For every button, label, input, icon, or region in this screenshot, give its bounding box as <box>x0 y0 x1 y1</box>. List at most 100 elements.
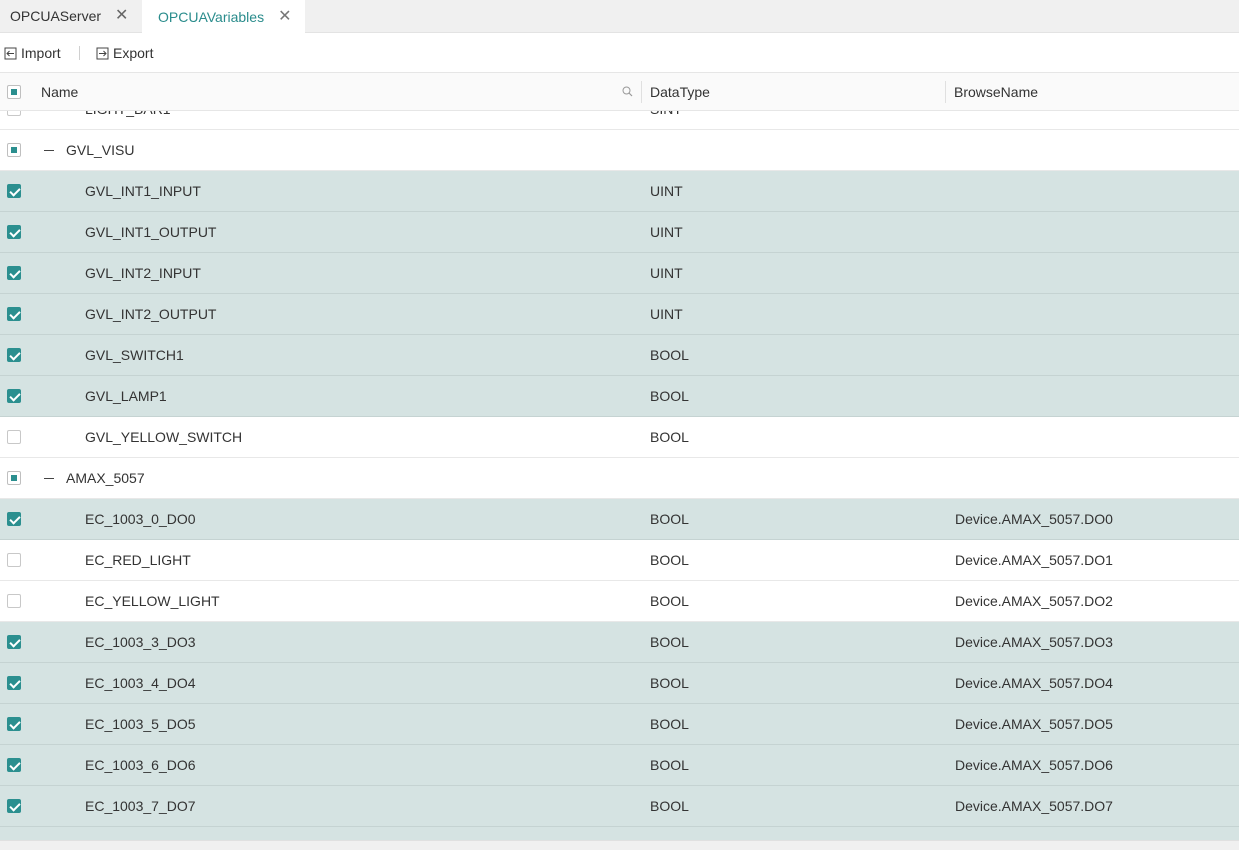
cell-datatype: BOOL <box>650 798 689 814</box>
tab-bar: OPCUAServer ✕ OPCUAVariables ✕ <box>0 0 1239 33</box>
cell-datatype: SINT <box>650 111 682 129</box>
table-row[interactable]: EC_YELLOW_LIGHT BOOL Device.AMAX_5057.DO2 <box>0 581 1239 622</box>
cell-datatype: UINT <box>650 306 683 322</box>
cell-datatype: UINT <box>650 183 683 199</box>
cell-name: EC_1003_6_DO6 <box>85 757 196 773</box>
cell-datatype: UINT <box>650 265 683 281</box>
tab-opcua-variables[interactable]: OPCUAVariables ✕ <box>142 0 305 33</box>
export-icon <box>96 47 109 59</box>
collapse-icon[interactable] <box>42 143 56 157</box>
grid-header: Name DataType BrowseName <box>0 72 1239 111</box>
cell-browsename: Device.AMAX_5057.DO3 <box>955 634 1113 650</box>
close-icon[interactable]: ✕ <box>278 8 291 25</box>
row-checkbox[interactable] <box>7 389 21 403</box>
table-row[interactable]: EC_1003_6_DO6 BOOL Device.AMAX_5057.DO6 <box>0 745 1239 786</box>
cell-datatype: BOOL <box>650 634 689 650</box>
row-checkbox[interactable] <box>7 553 21 567</box>
row-checkbox[interactable] <box>7 676 21 690</box>
import-label: Import <box>21 45 61 61</box>
cell-browsename: Device.AMAX_5057.DO0 <box>955 511 1113 527</box>
row-checkbox[interactable] <box>7 594 21 608</box>
close-icon[interactable]: ✕ <box>115 8 128 24</box>
cell-browsename: Device.AMAX_5057.DO6 <box>955 757 1113 773</box>
cell-datatype: BOOL <box>650 347 689 363</box>
column-resize-handle[interactable] <box>641 81 642 103</box>
cell-name: EC_1003_4_DO4 <box>85 675 196 691</box>
row-checkbox[interactable] <box>7 143 21 157</box>
table-row[interactable]: EC_1003_7_DO7 BOOL Device.AMAX_5057.DO7 <box>0 786 1239 827</box>
search-icon[interactable] <box>622 86 633 97</box>
cell-browsename: Device.AMAX_5057.DO4 <box>955 675 1113 691</box>
row-checkbox[interactable] <box>7 635 21 649</box>
table-row[interactable]: GVL_INT1_OUTPUT UINT <box>0 212 1239 253</box>
cell-browsename: Device.AMAX_5057.DO2 <box>955 593 1113 609</box>
row-checkbox[interactable] <box>7 512 21 526</box>
table-row[interactable]: EC_1003_0_DO0 BOOL Device.AMAX_5057.DO0 <box>0 499 1239 540</box>
table-row[interactable]: GVL_YELLOW_SWITCH BOOL <box>0 417 1239 458</box>
cell-name: EC_RED_LIGHT <box>85 552 191 568</box>
tab-opcua-server[interactable]: OPCUAServer ✕ <box>0 0 142 32</box>
cell-name: GVL_INT1_INPUT <box>85 183 201 199</box>
select-all-checkbox[interactable] <box>7 85 21 99</box>
cell-name: GVL_LAMP1 <box>85 388 167 404</box>
cell-datatype: BOOL <box>650 511 689 527</box>
table-row[interactable]: GVL_INT2_INPUT UINT <box>0 253 1239 294</box>
cell-name: GVL_INT2_OUTPUT <box>85 306 217 322</box>
column-header-browsename[interactable]: BrowseName <box>954 73 1038 110</box>
cell-name: EC_1003_0_DO0 <box>85 511 196 527</box>
group-name: GVL_VISU <box>66 142 135 158</box>
cell-datatype: BOOL <box>650 552 689 568</box>
cell-name: GVL_YELLOW_SWITCH <box>85 429 243 445</box>
table-row[interactable]: GVL_SWITCH1 BOOL <box>0 335 1239 376</box>
import-icon <box>4 47 17 59</box>
cell-datatype: BOOL <box>650 429 689 445</box>
table-row[interactable]: GVL_LAMP1 BOOL <box>0 376 1239 417</box>
row-checkbox[interactable] <box>7 471 21 485</box>
table-row[interactable]: EC_1003_4_DO4 BOOL Device.AMAX_5057.DO4 <box>0 663 1239 704</box>
row-checkbox[interactable] <box>7 225 21 239</box>
cell-name: EC_1003_3_DO3 <box>85 634 196 650</box>
cell-name: EC_YELLOW_LIGHT <box>85 593 220 609</box>
column-header-datatype[interactable]: DataType <box>650 73 710 110</box>
toolbar: Import Export <box>0 33 1239 73</box>
cell-datatype: BOOL <box>650 388 689 404</box>
collapse-icon[interactable] <box>42 471 56 485</box>
row-checkbox[interactable] <box>7 799 21 813</box>
row-checkbox[interactable] <box>7 717 21 731</box>
cell-datatype: BOOL <box>650 675 689 691</box>
grid-rows: LIGHT_BAR1 SINT GVL_VISU GVL_INT1_INPUT UINT… <box>0 111 1239 840</box>
table-row[interactable]: GVL_INT2_OUTPUT UINT <box>0 294 1239 335</box>
row-checkbox[interactable] <box>7 111 21 116</box>
import-button[interactable]: Import <box>4 33 61 73</box>
cell-name: GVL_SWITCH1 <box>85 347 184 363</box>
row-checkbox[interactable] <box>7 307 21 321</box>
export-button[interactable]: Export <box>96 33 153 73</box>
table-row[interactable]: GVL_INT1_INPUT UINT <box>0 171 1239 212</box>
tab-label: OPCUAVariables <box>158 8 265 25</box>
cell-name: GVL_INT2_INPUT <box>85 265 201 281</box>
cell-datatype: BOOL <box>650 757 689 773</box>
table-row[interactable]: EC_1003_5_DO5 BOOL Device.AMAX_5057.DO5 <box>0 704 1239 745</box>
column-resize-handle[interactable] <box>945 81 946 103</box>
cell-name: EC_1003_7_DO7 <box>85 798 196 814</box>
table-row[interactable] <box>0 827 1239 840</box>
row-checkbox[interactable] <box>7 758 21 772</box>
table-row[interactable]: EC_1003_3_DO3 BOOL Device.AMAX_5057.DO3 <box>0 622 1239 663</box>
row-checkbox[interactable] <box>7 266 21 280</box>
cell-browsename: Device.AMAX_5057.DO5 <box>955 716 1113 732</box>
cell-browsename: Device.AMAX_5057.DO1 <box>955 552 1113 568</box>
row-checkbox[interactable] <box>7 184 21 198</box>
table-row[interactable]: LIGHT_BAR1 SINT <box>0 111 1239 130</box>
group-row[interactable]: AMAX_5057 <box>0 458 1239 499</box>
cell-name: EC_1003_5_DO5 <box>85 716 196 732</box>
row-checkbox[interactable] <box>7 348 21 362</box>
variables-grid: LIGHT_BAR1 SINT GVL_VISU GVL_INT1_INPUT UINT… <box>0 111 1239 840</box>
export-label: Export <box>113 45 154 61</box>
table-row[interactable]: EC_RED_LIGHT BOOL Device.AMAX_5057.DO1 <box>0 540 1239 581</box>
cell-browsename: Device.AMAX_5057.DO7 <box>955 798 1113 814</box>
row-checkbox[interactable] <box>7 430 21 444</box>
cell-datatype: UINT <box>650 224 683 240</box>
group-row[interactable]: GVL_VISU <box>0 130 1239 171</box>
column-header-name[interactable]: Name <box>41 73 78 110</box>
cell-name: LIGHT_BAR1 <box>85 111 171 129</box>
